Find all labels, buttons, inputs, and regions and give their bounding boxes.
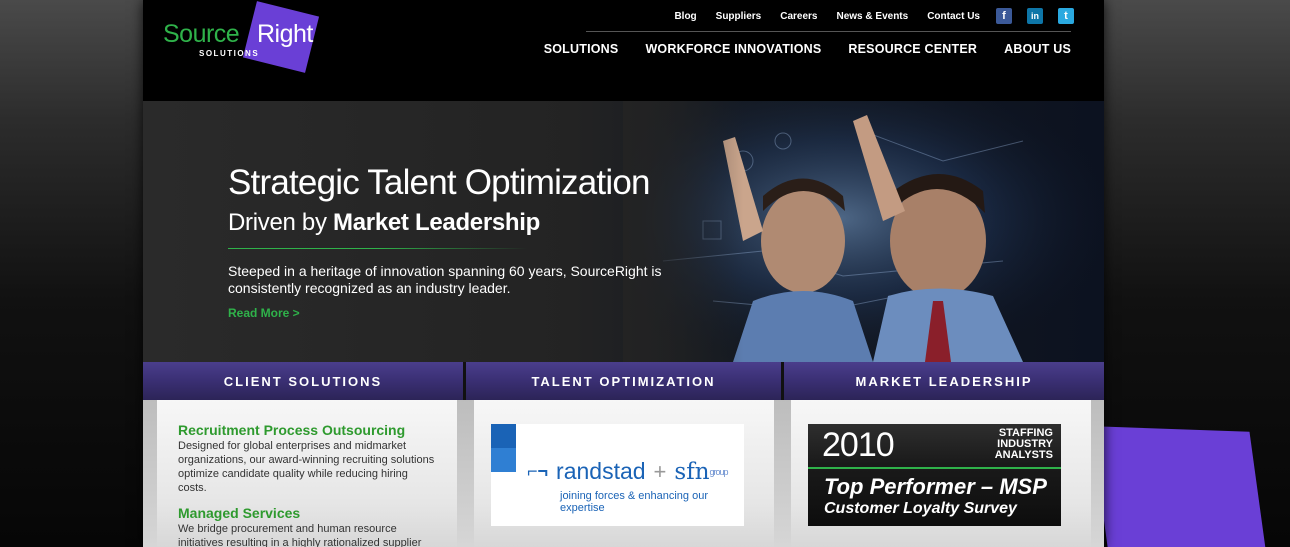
award-subline: Customer Loyalty Survey: [824, 500, 1017, 517]
facebook-icon[interactable]: f: [996, 8, 1012, 24]
managed-services-description: We bridge procurement and human resource…: [178, 523, 422, 547]
nav-about-us[interactable]: ABOUT US: [1004, 42, 1071, 56]
randstad-logo-icon: ⌐¬: [527, 461, 549, 481]
tab-market-leadership[interactable]: MARKET LEADERSHIP: [784, 362, 1104, 400]
hero-subtitle: Driven by Market Leadership: [228, 209, 540, 237]
randstad-wordmark: randstad: [556, 458, 646, 484]
decorative-purple-square: [1091, 426, 1269, 547]
nav-solutions[interactable]: SOLUTIONS: [544, 42, 619, 56]
managed-services-heading[interactable]: Managed Services: [178, 505, 300, 521]
utility-link-news-events[interactable]: News & Events: [837, 11, 909, 22]
randstad-tagline: joining forces & enhancing our expertise: [560, 490, 708, 514]
tab-client-solutions[interactable]: CLIENT SOLUTIONS: [143, 362, 466, 400]
page-container: Source Right SOLUTIONS Blog Suppliers Ca…: [143, 0, 1104, 547]
hero-banner: Strategic Talent Optimization Driven by …: [143, 101, 1104, 362]
linkedin-icon[interactable]: in: [1027, 8, 1043, 24]
talent-optimization-panel: ⌐¬ randstad + sfn group joining forces &…: [474, 400, 774, 547]
utility-link-contact-us[interactable]: Contact Us: [927, 11, 980, 22]
hero-title: Strategic Talent Optimization: [228, 163, 650, 202]
read-more-link[interactable]: Read More >: [228, 306, 300, 320]
nav-workforce-innovations[interactable]: WORKFORCE INNOVATIONS: [645, 42, 821, 56]
rpo-description: Designed for global enterprises and midm…: [178, 440, 435, 494]
sfn-wordmark: sfn: [674, 458, 710, 485]
hero-body-text: Steeped in a heritage of innovation span…: [228, 263, 662, 296]
plus-sign: +: [653, 458, 667, 484]
sfn-group-suffix: group: [709, 466, 729, 477]
hero-subtitle-prefix: Driven by: [228, 209, 334, 236]
twitter-icon[interactable]: t: [1058, 8, 1074, 24]
main-nav: SOLUTIONS WORKFORCE INNOVATIONS RESOURCE…: [517, 42, 1071, 56]
award-year: 2010: [822, 426, 895, 464]
nav-resource-center[interactable]: RESOURCE CENTER: [848, 42, 977, 56]
rpo-heading[interactable]: Recruitment Process Outsourcing: [178, 422, 405, 438]
sourceright-logo[interactable]: Source Right SOLUTIONS: [163, 1, 323, 73]
logo-subtitle: SOLUTIONS: [199, 49, 260, 58]
hero-subtitle-emphasis: Market Leadership: [333, 209, 541, 236]
award-headline: Top Performer – MSP: [824, 474, 1047, 499]
feature-panels: Recruitment Process Outsourcing Designed…: [143, 400, 1104, 547]
logo-word-right: Right: [257, 20, 313, 48]
utility-link-careers[interactable]: Careers: [780, 11, 817, 22]
logo-word-source: Source: [163, 20, 240, 48]
hero-divider: [228, 248, 528, 249]
section-tabs: CLIENT SOLUTIONS TALENT OPTIMIZATION MAR…: [143, 362, 1104, 400]
utility-link-blog[interactable]: Blog: [674, 11, 696, 22]
utility-nav: Blog Suppliers Careers News & Events Con…: [655, 8, 1074, 24]
award-banner[interactable]: 2010 STAFFING INDUSTRY ANALYSTS Top Perf…: [808, 424, 1061, 526]
market-leadership-panel: 2010 STAFFING INDUSTRY ANALYSTS Top Perf…: [791, 400, 1091, 547]
nav-divider: [586, 31, 1071, 32]
randstad-blue-bar-light: [491, 448, 516, 472]
utility-link-suppliers[interactable]: Suppliers: [716, 11, 762, 22]
sia-line: ANALYSTS: [994, 449, 1053, 461]
award-divider: [808, 467, 1061, 469]
brand-lockup: ⌐¬ randstad + sfn group: [527, 458, 729, 485]
client-solutions-panel: Recruitment Process Outsourcing Designed…: [157, 400, 457, 547]
tab-talent-optimization[interactable]: TALENT OPTIMIZATION: [466, 362, 784, 400]
sia-logo: STAFFING INDUSTRY ANALYSTS: [995, 428, 1053, 461]
hero-image-businessmen: [623, 101, 1104, 362]
randstad-sfn-banner[interactable]: ⌐¬ randstad + sfn group joining forces &…: [491, 424, 744, 526]
